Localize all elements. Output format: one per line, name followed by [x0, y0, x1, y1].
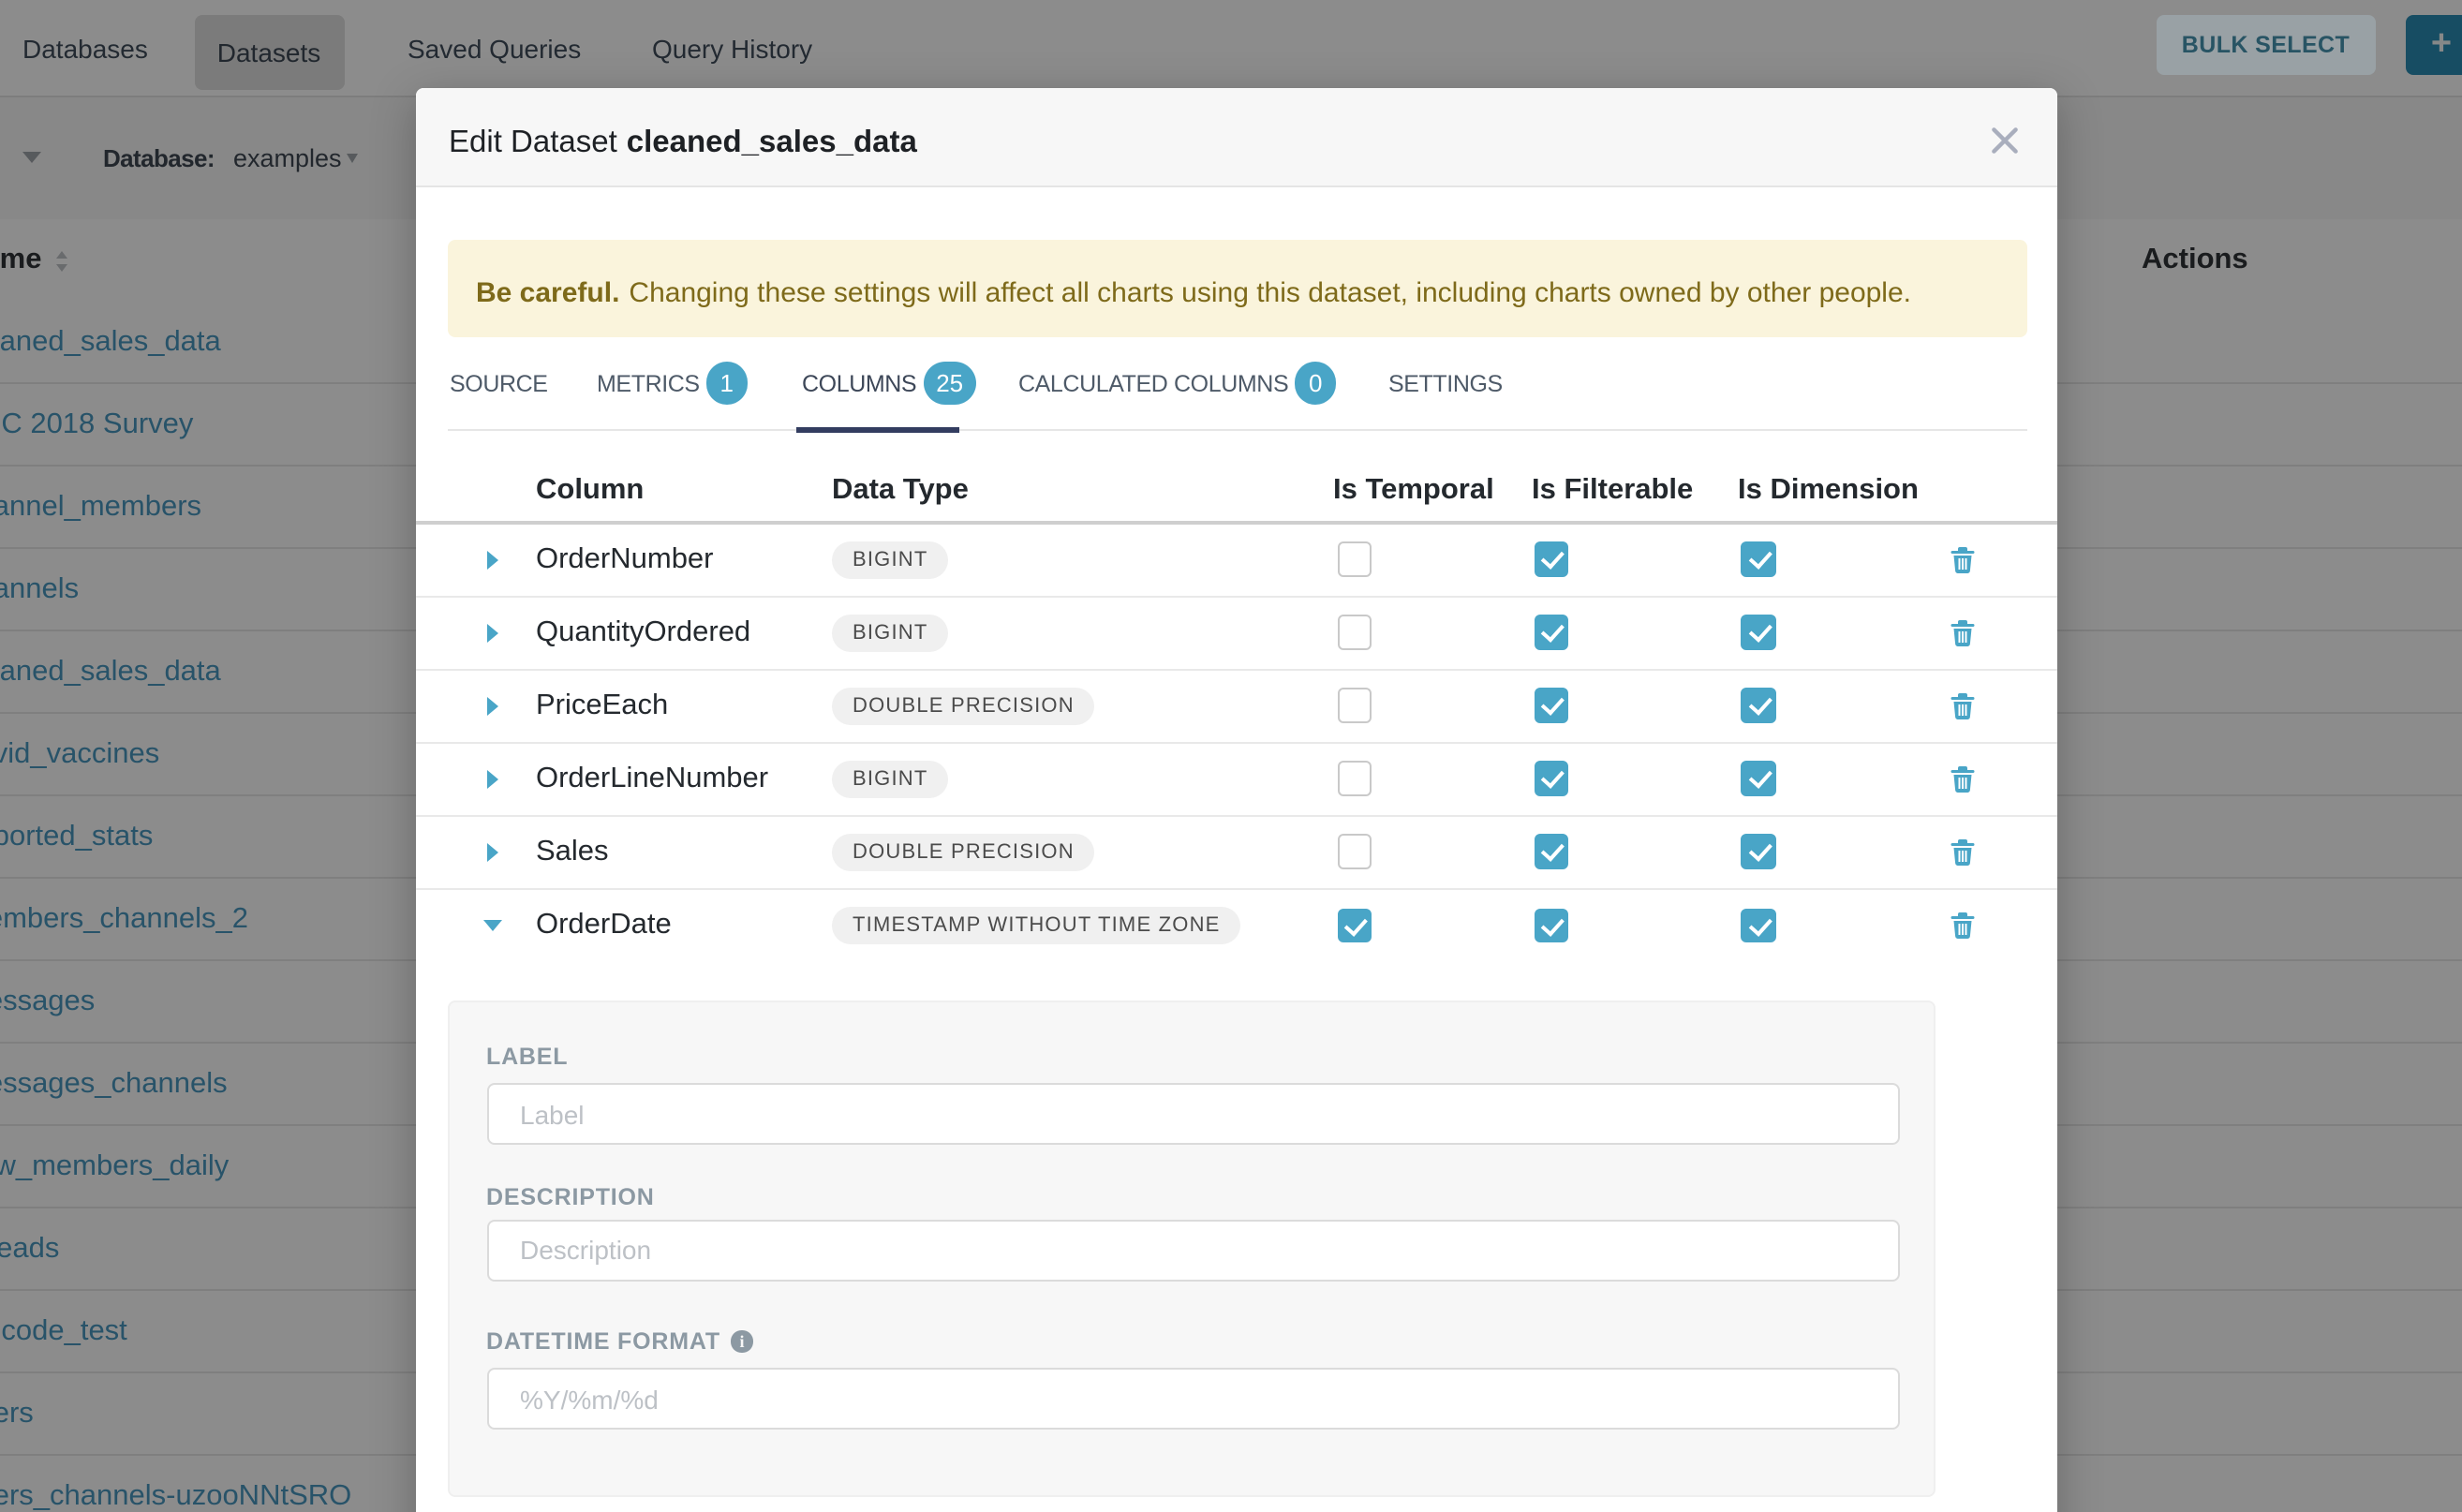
delete-column-icon[interactable] [1950, 692, 1975, 719]
column-row-orderlinenumber: OrderLineNumber BIGINT [416, 743, 2057, 816]
is-temporal-header: Is Temporal [1333, 459, 1494, 523]
checkbox-is-temporal[interactable] [1337, 542, 1372, 577]
data-type-pill: BIGINT [832, 615, 949, 652]
column-row-priceeach: PriceEach DOUBLE PRECISION [416, 670, 2057, 743]
column-name: PriceEach [536, 670, 668, 743]
checkbox-is-dimension[interactable] [1741, 909, 1775, 943]
expand-caret-icon[interactable] [487, 623, 498, 642]
delete-column-icon[interactable] [1950, 619, 1975, 645]
label-field-label: LABEL [486, 1044, 568, 1070]
checkbox-is-filterable[interactable] [1534, 542, 1568, 577]
checkbox-is-temporal[interactable] [1337, 762, 1372, 796]
delete-column-icon[interactable] [1950, 838, 1975, 865]
delete-column-icon[interactable] [1950, 912, 1975, 939]
modal-title-dataset-name: cleaned_sales_data [627, 125, 917, 160]
collapse-caret-icon[interactable] [483, 920, 502, 931]
tab-label: SETTINGS [1388, 370, 1503, 396]
edit-dataset-modal: Edit Dataset cleaned_sales_data Be caref… [416, 88, 2057, 1512]
column-type: BIGINT [832, 743, 949, 816]
tab-label: COLUMNS [802, 370, 916, 396]
checkbox-is-temporal[interactable] [1337, 615, 1372, 650]
datetime-format-field-label: DATETIME FORMAT i [486, 1328, 753, 1355]
data-type-pill: BIGINT [832, 541, 949, 579]
checkbox-is-filterable[interactable] [1534, 689, 1568, 723]
metrics-count-badge: 1 [706, 362, 748, 405]
column-row-sales: Sales DOUBLE PRECISION [416, 816, 2057, 889]
delete-column-icon[interactable] [1950, 765, 1975, 792]
calculated-columns-count-badge: 0 [1295, 362, 1336, 405]
expand-caret-icon[interactable] [487, 769, 498, 788]
tab-label: METRICS [597, 370, 700, 396]
column-name: OrderNumber [536, 524, 714, 597]
column-name: OrderLineNumber [536, 743, 768, 816]
is-filterable-header: Is Filterable [1532, 459, 1693, 523]
checkbox-is-temporal[interactable] [1337, 835, 1372, 869]
column-name: Sales [536, 816, 609, 889]
expand-caret-icon[interactable] [487, 696, 498, 715]
tab-label: SOURCE [450, 370, 548, 396]
tab-columns[interactable]: COLUMNS 25 [802, 354, 976, 431]
bulk-select-button[interactable]: BULK SELECT [2156, 15, 2376, 75]
column-name: QuantityOrdered [536, 597, 750, 670]
data-type-pill: BIGINT [832, 761, 949, 798]
checkbox-is-filterable[interactable] [1534, 615, 1568, 650]
checkbox-is-temporal[interactable] [1337, 689, 1372, 723]
modal-title-prefix: Edit Dataset [449, 125, 617, 160]
column-type: BIGINT [832, 597, 949, 670]
column-type: DOUBLE PRECISION [832, 670, 1095, 743]
data-type-pill: DOUBLE PRECISION [832, 688, 1095, 725]
data-type-pill: TIMESTAMP WITHOUT TIME ZONE [832, 907, 1241, 944]
label-input[interactable] [486, 1083, 1900, 1145]
data-type-header: Data Type [832, 459, 969, 523]
columns-table: Column Data Type Is Temporal Is Filterab… [416, 433, 2057, 962]
modal-header: Edit Dataset cleaned_sales_data [416, 88, 2057, 187]
tab-source[interactable]: SOURCE [450, 354, 548, 431]
checkbox-is-temporal[interactable] [1337, 909, 1372, 943]
modal-tabs: SOURCE METRICS1 COLUMNS 25 CALCULATED COL… [447, 354, 2027, 431]
checkbox-is-filterable[interactable] [1534, 762, 1568, 796]
columns-count-badge: 25 [923, 362, 976, 405]
column-row-quantityordered: QuantityOrdered BIGINT [416, 597, 2057, 670]
datetime-format-label-text: DATETIME FORMAT [486, 1328, 720, 1355]
datetime-format-input[interactable] [486, 1368, 1900, 1430]
checkbox-is-filterable[interactable] [1534, 909, 1568, 943]
checkbox-is-dimension[interactable] [1741, 689, 1775, 723]
expand-caret-icon[interactable] [487, 842, 498, 861]
checkbox-is-dimension[interactable] [1741, 615, 1775, 650]
column-header: Column [536, 459, 644, 523]
warning-alert: Be careful. Changing these settings will… [447, 239, 2027, 337]
warning-text: Changing these settings will affect all … [629, 277, 1911, 309]
viewport: Databases Datasets Saved Queries Query H… [0, 0, 2462, 1512]
columns-table-header: Column Data Type Is Temporal Is Filterab… [416, 433, 2057, 524]
tab-calculated-columns[interactable]: CALCULATED COLUMNS 0 [1018, 354, 1336, 431]
column-type: BIGINT [832, 524, 949, 597]
tab-settings[interactable]: SETTINGS [1388, 354, 1503, 431]
column-row-ordernumber: OrderNumber BIGINT [416, 524, 2057, 597]
column-type: TIMESTAMP WITHOUT TIME ZONE [832, 889, 1241, 962]
checkbox-is-dimension[interactable] [1741, 762, 1775, 796]
checkbox-is-dimension[interactable] [1741, 835, 1775, 869]
column-editor-panel: LABEL DESCRIPTION DATETIME FORMAT i [448, 1000, 1935, 1496]
checkbox-is-dimension[interactable] [1741, 542, 1775, 577]
column-row-orderdate: OrderDate TIMESTAMP WITHOUT TIME ZONE [416, 889, 2057, 962]
data-type-pill: DOUBLE PRECISION [832, 834, 1095, 871]
checkbox-is-filterable[interactable] [1534, 835, 1568, 869]
column-name: OrderDate [536, 889, 672, 962]
description-field-label: DESCRIPTION [486, 1183, 655, 1209]
tab-label: CALCULATED COLUMNS [1018, 370, 1288, 396]
delete-column-icon[interactable] [1950, 546, 1975, 572]
tab-metrics[interactable]: METRICS1 [597, 354, 748, 431]
warning-bold-text: Be careful. [476, 277, 619, 309]
expand-caret-icon[interactable] [487, 550, 498, 569]
description-input[interactable] [486, 1219, 1900, 1281]
modal-title: Edit Dataset cleaned_sales_data [449, 88, 917, 187]
column-type: DOUBLE PRECISION [832, 816, 1095, 889]
is-dimension-header: Is Dimension [1738, 459, 1919, 523]
info-icon[interactable]: i [732, 1331, 753, 1353]
close-icon[interactable] [1992, 126, 2018, 153]
